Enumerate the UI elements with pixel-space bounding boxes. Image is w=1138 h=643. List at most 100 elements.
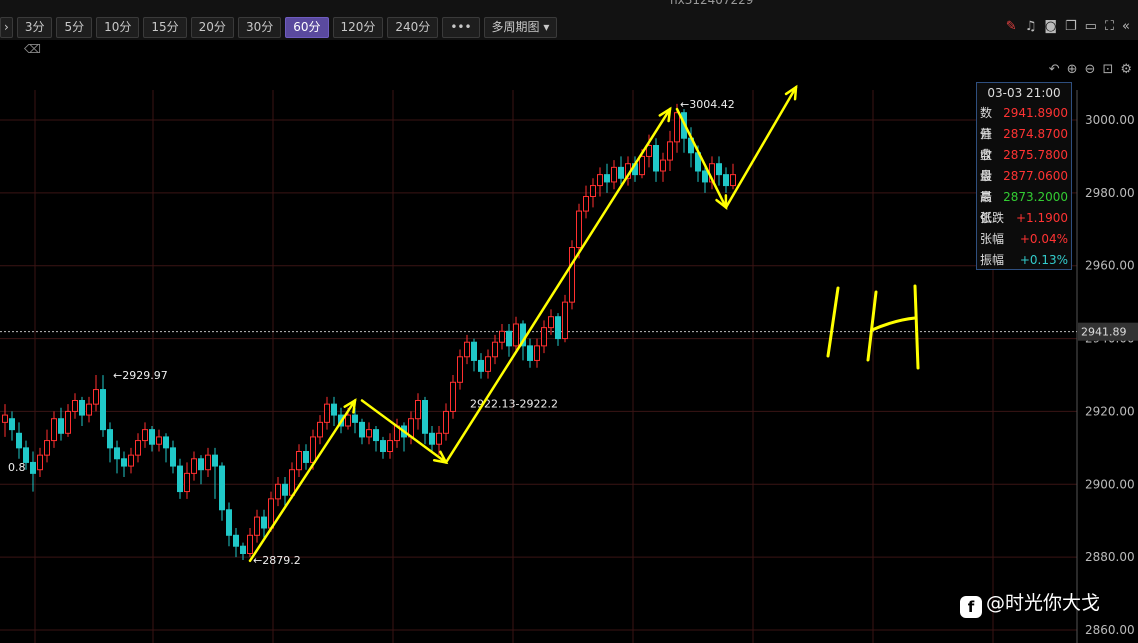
candle-body	[506, 330, 512, 347]
ohlc-tooltip: 03-03 21:00 数值 2941.8900 开盘 2874.8700 收盘 2875…	[976, 82, 1072, 270]
candle-body	[352, 414, 358, 423]
price-annotation: ←2929.97	[113, 369, 168, 382]
candle-body	[471, 341, 477, 361]
candle-body	[177, 465, 183, 493]
candle-body	[653, 145, 659, 172]
tooltip-value: 2873.2000	[1003, 190, 1068, 204]
candle-body	[219, 465, 225, 511]
candle-body	[44, 440, 50, 456]
candle-body	[247, 534, 253, 554]
candle-body	[492, 341, 498, 358]
candle-body	[562, 301, 568, 340]
crosshair-label: 2941.89	[1081, 326, 1127, 339]
candle-body	[548, 316, 554, 329]
candle-body	[37, 454, 43, 471]
candle-body	[611, 166, 617, 183]
candle-body	[72, 400, 78, 412]
candle-body	[58, 418, 64, 434]
tooltip-row: 收盘 2875.7800	[977, 145, 1071, 183]
candle-body	[93, 389, 99, 405]
candle-body	[198, 458, 204, 471]
candlestick-chart[interactable]: 2860.002880.002900.002920.002940.002960.…	[0, 0, 1138, 643]
y-tick-label: 2960.00	[1085, 259, 1135, 273]
candle-body	[380, 440, 386, 453]
candle-body	[149, 429, 155, 445]
candle-body	[604, 174, 610, 183]
candle-body	[527, 345, 533, 361]
candle-body	[464, 341, 470, 358]
tooltip-key: 最高	[980, 169, 993, 204]
candle-body	[667, 141, 673, 161]
candle-body	[485, 356, 491, 372]
candle-body	[296, 451, 302, 471]
candle-body	[422, 400, 428, 434]
watermark-text: @时光你大戈	[986, 592, 1101, 614]
tooltip-time: 03-03 21:00	[987, 86, 1061, 100]
candle-body	[156, 436, 162, 445]
candle-body	[107, 429, 113, 449]
candle-body	[170, 447, 176, 467]
price-annotation: 0.8	[8, 461, 26, 474]
candle-body	[345, 414, 351, 427]
tooltip-value: 2941.8900	[1003, 106, 1068, 120]
y-tick-label: 3000.00	[1085, 113, 1135, 127]
candle-body	[618, 166, 624, 179]
candle-body	[128, 454, 134, 467]
handwritten-h-bar-stroke	[870, 316, 917, 332]
tooltip-value: 2874.8700	[1003, 127, 1068, 141]
tooltip-key: 张跌	[980, 211, 1005, 225]
candle-body	[30, 461, 36, 474]
y-tick-label: 2900.00	[1085, 477, 1135, 491]
candle-body	[205, 454, 211, 471]
candle-body	[457, 356, 463, 383]
trend-arrow	[248, 399, 357, 563]
price-annotation: ←2879.2	[253, 554, 301, 567]
tooltip-key: 数值	[980, 106, 993, 141]
candle-body	[415, 400, 421, 420]
candle-body	[254, 516, 260, 536]
candle-body	[660, 159, 666, 172]
candle-body	[513, 323, 519, 347]
tooltip-value: 2877.0600	[1003, 169, 1068, 183]
tooltip-value: +0.04%	[1019, 232, 1068, 246]
y-tick-label: 2920.00	[1085, 404, 1135, 418]
tooltip-row: 开盘 2874.8700	[977, 124, 1071, 162]
tooltip-value: +0.13%	[1019, 253, 1068, 267]
price-annotation: ←3004.42	[680, 98, 735, 111]
candle-body	[233, 534, 239, 547]
candle-body	[555, 316, 561, 340]
candle-body	[576, 210, 582, 248]
candle-body	[261, 516, 267, 529]
trend-arrow	[444, 107, 672, 464]
candle-body	[240, 545, 246, 555]
tooltip-row: 张跌 +1.1900	[977, 208, 1071, 229]
tooltip-value: +1.1900	[1015, 211, 1068, 225]
candle-body	[121, 458, 127, 467]
candle-body	[275, 483, 281, 500]
candle-body	[65, 410, 71, 434]
candle-body	[86, 403, 92, 416]
candle-body	[303, 451, 309, 463]
tooltip-value: 2875.7800	[1003, 148, 1068, 162]
candle-body	[730, 174, 736, 187]
candle-body	[478, 359, 484, 372]
candle-body	[450, 381, 456, 412]
candle-body	[9, 418, 15, 431]
candle-body	[2, 414, 8, 423]
candle-body	[142, 429, 148, 442]
candle-body	[310, 436, 316, 463]
candle-body	[324, 403, 330, 423]
candle-body	[100, 389, 106, 431]
y-tick-label: 2980.00	[1085, 186, 1135, 200]
y-tick-label: 2880.00	[1085, 550, 1135, 564]
candle-body	[317, 421, 323, 438]
candle-body	[387, 440, 393, 453]
candle-body	[331, 403, 337, 416]
tooltip-key: 收盘	[980, 148, 993, 183]
candle-body	[597, 174, 603, 187]
candle-body	[639, 155, 645, 176]
candle-body	[79, 400, 85, 416]
candle-body	[590, 185, 596, 197]
handwritten-1-stroke	[826, 286, 840, 358]
candle-body	[373, 429, 379, 442]
